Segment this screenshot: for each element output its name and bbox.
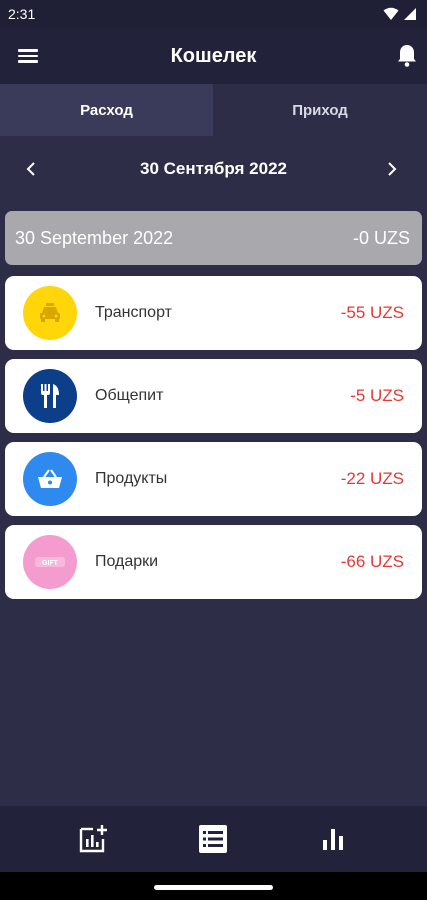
expense-list: Транспорт -55 UZS Общепит -5 UZS Продукт… <box>5 276 422 608</box>
status-bar: 2:31 <box>0 0 427 28</box>
restaurant-icon <box>41 384 59 408</box>
home-indicator[interactable] <box>154 885 273 890</box>
page-title: Кошелек <box>170 44 257 67</box>
nav-list[interactable] <box>196 822 230 856</box>
date-navigator: 30 Сентября 2022 <box>0 146 427 192</box>
summary-total: -0 UZS <box>352 227 410 248</box>
prev-date-button[interactable] <box>20 158 42 180</box>
list-item-groceries[interactable]: Продукты -22 UZS <box>5 442 422 516</box>
menu-icon[interactable] <box>18 46 42 66</box>
taxi-icon <box>40 303 60 322</box>
category-avatar <box>23 452 77 506</box>
status-time: 2:31 <box>8 6 36 22</box>
category-amount: -22 UZS <box>340 469 404 488</box>
svg-text:GIFT: GIFT <box>42 560 59 567</box>
bar-chart-icon <box>323 829 343 850</box>
summary-date: 30 September 2022 <box>15 227 174 248</box>
day-summary: 30 September 2022 -0 UZS <box>5 211 422 265</box>
category-amount: -5 UZS <box>350 386 404 405</box>
category-name: Подарки <box>95 553 159 570</box>
category-amount: -55 UZS <box>340 303 404 322</box>
category-avatar: GIFT <box>23 535 77 589</box>
category-name: Продукты <box>95 470 168 487</box>
chevron-right-icon <box>388 162 397 176</box>
nav-statistics[interactable] <box>316 822 350 856</box>
nav-add-chart[interactable] <box>76 822 110 856</box>
app-bar: Кошелек <box>0 28 427 84</box>
add-chart-icon <box>79 825 107 853</box>
wifi-icon <box>383 7 399 20</box>
category-avatar <box>23 286 77 340</box>
category-name: Транспорт <box>95 304 172 321</box>
status-icons <box>383 7 417 21</box>
chevron-left-icon <box>26 162 35 176</box>
current-date-label: 30 Сентября 2022 <box>140 159 287 178</box>
list-item-restaurants[interactable]: Общепит -5 UZS <box>5 359 422 433</box>
basket-icon <box>38 469 62 488</box>
category-avatar <box>23 369 77 423</box>
category-name: Общепит <box>95 387 164 404</box>
tab-expense[interactable]: Расход <box>0 84 213 136</box>
next-date-button[interactable] <box>381 158 403 180</box>
bottom-navigation <box>0 806 427 872</box>
tab-bar: Расход Приход <box>0 84 427 136</box>
bell-icon[interactable] <box>395 42 419 68</box>
system-gesture-bar <box>0 872 427 900</box>
tab-income[interactable]: Приход <box>213 84 427 136</box>
list-icon <box>199 825 227 853</box>
signal-icon <box>404 8 416 20</box>
category-amount: -66 UZS <box>340 552 404 571</box>
gift-icon: GIFT <box>35 557 65 567</box>
list-item-gifts[interactable]: GIFT Подарки -66 UZS <box>5 525 422 599</box>
list-item-transport[interactable]: Транспорт -55 UZS <box>5 276 422 350</box>
